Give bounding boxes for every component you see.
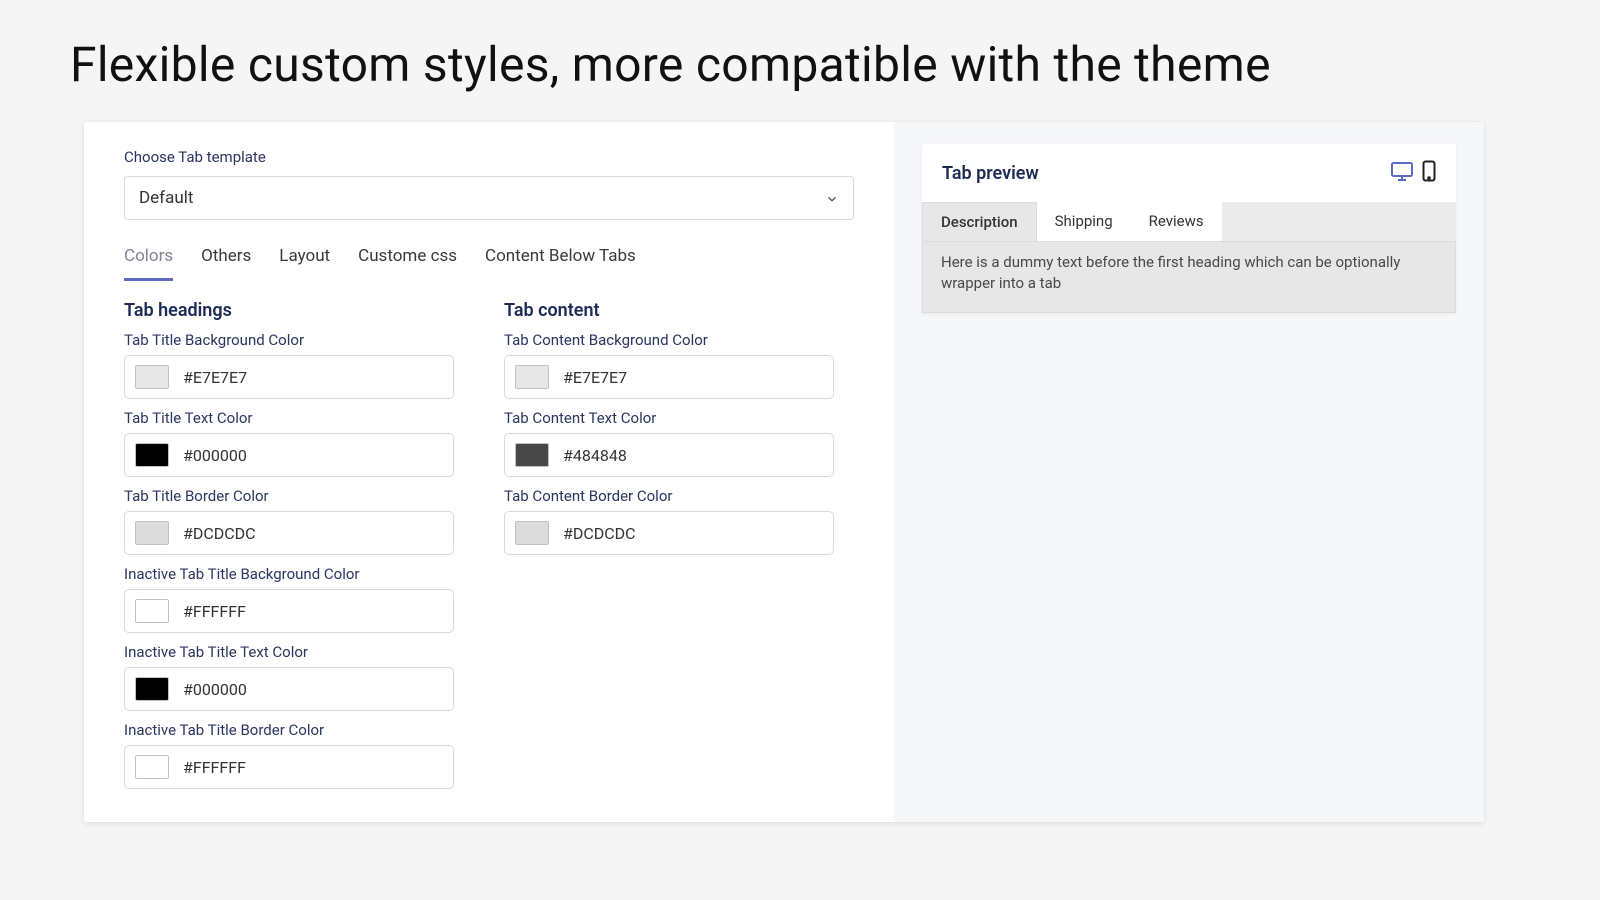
preview-title: Tab preview (942, 163, 1039, 184)
inactive-tab-text-color-input[interactable]: #000000 (124, 667, 454, 711)
color-swatch[interactable] (135, 443, 169, 467)
color-swatch[interactable] (515, 365, 549, 389)
field-label: Tab Content Background Color (504, 331, 844, 349)
tab-colors[interactable]: Colors (124, 242, 173, 281)
tab-others[interactable]: Others (201, 242, 251, 281)
field-label: Tab Title Text Color (124, 409, 464, 427)
preview-tab-description[interactable]: Description (922, 202, 1037, 241)
inactive-tab-bg-color-input[interactable]: #FFFFFF (124, 589, 454, 633)
tab-headings-column: Tab headings Tab Title Background Color … (124, 300, 464, 789)
tab-title-bg-color-input[interactable]: #E7E7E7 (124, 355, 454, 399)
chevron-down-icon (825, 191, 839, 205)
field-label: Tab Content Border Color (504, 487, 844, 505)
color-value: #E7E7E7 (183, 368, 247, 387)
template-label: Choose Tab template (124, 148, 854, 166)
color-value: #484848 (563, 446, 627, 465)
color-value: #E7E7E7 (563, 368, 627, 387)
tab-layout[interactable]: Layout (279, 242, 330, 281)
preview-tab-reviews[interactable]: Reviews (1131, 202, 1222, 241)
tab-content-below[interactable]: Content Below Tabs (485, 242, 636, 281)
tab-custom-css[interactable]: Custome css (358, 242, 457, 281)
tab-content-border-color-input[interactable]: #DCDCDC (504, 511, 834, 555)
tab-headings-title: Tab headings (124, 300, 464, 321)
tab-title-border-color-input[interactable]: #DCDCDC (124, 511, 454, 555)
field-label: Inactive Tab Title Background Color (124, 565, 464, 583)
preview-column: Tab preview (894, 122, 1484, 822)
preview-body: Description Shipping Reviews Here is a d… (922, 202, 1456, 313)
color-value: #FFFFFF (183, 758, 246, 777)
settings-panel: Choose Tab template Default Colors Other… (84, 122, 1484, 822)
preview-content: Here is a dummy text before the first he… (922, 241, 1456, 313)
tab-content-text-color-input[interactable]: #484848 (504, 433, 834, 477)
inactive-tab-border-color-input[interactable]: #FFFFFF (124, 745, 454, 789)
field-label: Inactive Tab Title Border Color (124, 721, 464, 739)
color-value: #000000 (183, 446, 247, 465)
color-value: #DCDCDC (183, 524, 256, 543)
color-value: #FFFFFF (183, 602, 246, 621)
color-swatch[interactable] (135, 677, 169, 701)
template-select-value: Default (139, 188, 193, 208)
field-label: Tab Title Background Color (124, 331, 464, 349)
preview-tabs: Description Shipping Reviews (922, 202, 1456, 241)
color-swatch[interactable] (135, 521, 169, 545)
preview-tab-shipping[interactable]: Shipping (1037, 202, 1131, 241)
color-swatch[interactable] (135, 755, 169, 779)
page-headline: Flexible custom styles, more compatible … (70, 36, 1271, 93)
tab-content-column: Tab content Tab Content Background Color… (504, 300, 844, 789)
tab-title-text-color-input[interactable]: #000000 (124, 433, 454, 477)
template-select[interactable]: Default (124, 176, 854, 220)
settings-tabs: Colors Others Layout Custome css Content… (124, 242, 854, 282)
color-swatch[interactable] (515, 521, 549, 545)
device-toggle (1390, 160, 1436, 186)
tab-content-bg-color-input[interactable]: #E7E7E7 (504, 355, 834, 399)
field-label: Tab Title Border Color (124, 487, 464, 505)
settings-form: Choose Tab template Default Colors Other… (84, 122, 894, 822)
desktop-icon[interactable] (1390, 160, 1414, 186)
color-swatch[interactable] (135, 599, 169, 623)
color-value: #DCDCDC (563, 524, 636, 543)
field-label: Inactive Tab Title Text Color (124, 643, 464, 661)
color-swatch[interactable] (515, 443, 549, 467)
preview-card: Tab preview (922, 144, 1456, 313)
mobile-icon[interactable] (1422, 160, 1436, 186)
tab-content-title: Tab content (504, 300, 844, 321)
field-label: Tab Content Text Color (504, 409, 844, 427)
color-value: #000000 (183, 680, 247, 699)
color-swatch[interactable] (135, 365, 169, 389)
